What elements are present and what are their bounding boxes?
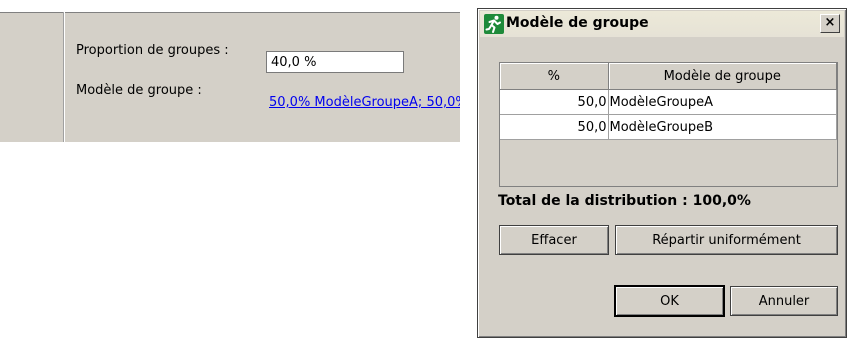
table-header-row: % Modèle de groupe [500, 63, 837, 90]
group-model-link[interactable]: 50,0% ModèleGroupeA; 50,0% ModèleGroupeB [269, 95, 460, 110]
table-row[interactable]: 50,0 ModèleGroupeA [500, 89, 837, 115]
table-row[interactable]: 50,0 ModèleGroupeB [500, 114, 837, 140]
clear-button[interactable]: Effacer [499, 225, 609, 255]
cell-percent[interactable]: 50,0 [500, 114, 609, 140]
distribution-table: % Modèle de groupe 50,0 ModèleGroupeA 50… [499, 62, 838, 187]
property-panel: Proportion de groupes : Modèle de groupe… [0, 12, 460, 142]
group-model-dialog: Modèle de groupe × % Modèle de groupe 50… [477, 8, 847, 338]
cell-percent[interactable]: 50,0 [500, 89, 609, 115]
cell-model[interactable]: ModèleGroupeA [608, 89, 837, 115]
dialog-titlebar[interactable]: Modèle de groupe × [480, 11, 844, 37]
close-icon: × [824, 15, 836, 30]
distribute-evenly-button[interactable]: Répartir uniformément [615, 225, 838, 255]
column-header-percent[interactable]: % [500, 63, 609, 90]
ok-button[interactable]: OK [614, 285, 725, 317]
cancel-button[interactable]: Annuler [730, 286, 838, 316]
running-person-icon [484, 14, 504, 34]
dialog-title: Modèle de groupe [506, 15, 649, 31]
column-header-model[interactable]: Modèle de groupe [608, 63, 837, 90]
close-button[interactable]: × [820, 14, 840, 33]
cell-model[interactable]: ModèleGroupeB [608, 114, 837, 140]
distribution-total: Total de la distribution : 100,0% [498, 193, 751, 209]
link-clip: 50,0% ModèleGroupeA; 50,0% ModèleGroupeB [0, 12, 460, 142]
